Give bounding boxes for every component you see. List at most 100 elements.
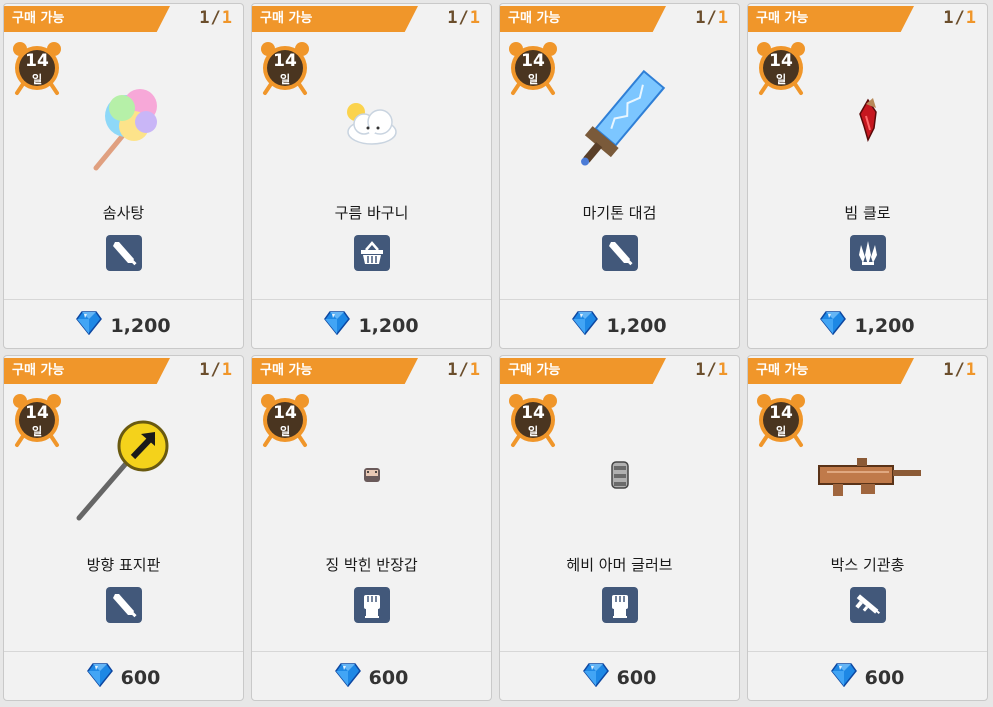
- price-value: 600: [368, 666, 409, 689]
- purchasable-badge: 구매 가능: [252, 358, 418, 384]
- purchase-limit: 1/1: [943, 8, 977, 28]
- shop-item-card[interactable]: 구매 가능 1/1 14 일 마기톤 대검 1,200: [499, 3, 740, 349]
- purchase-count-separator: /: [458, 360, 470, 380]
- divider: [4, 299, 243, 300]
- shop-item-card[interactable]: 구매 가능 1/1 14 일 구름 바구니 1,200: [251, 3, 492, 349]
- purchase-count-max: 1: [717, 8, 729, 28]
- purchase-count-current: 1: [199, 8, 211, 28]
- purchase-count-current: 1: [695, 8, 707, 28]
- item-name: 징 박힌 반장갑: [325, 556, 418, 574]
- price-value: 1,200: [854, 314, 915, 337]
- purchase-count-separator: /: [210, 360, 222, 380]
- price-value: 1,200: [606, 314, 667, 337]
- price-value: 600: [864, 666, 905, 689]
- divider: [500, 651, 739, 652]
- divider: [252, 651, 491, 652]
- diamond-gem-icon: [582, 663, 609, 692]
- purchase-count-separator: /: [954, 360, 966, 380]
- cloud-image: [252, 68, 491, 178]
- price-button[interactable]: 1,200: [500, 311, 739, 340]
- glove-image: [252, 420, 491, 530]
- diamond-gem-icon: [324, 311, 351, 340]
- purchase-count-separator: /: [706, 8, 718, 28]
- purchase-limit: 1/1: [447, 360, 481, 380]
- price-value: 1,200: [110, 314, 171, 337]
- shop-grid: 구매 가능 1/1 14 일 솜사탕 1,200 구매 가능 1/1 14 일 …: [3, 3, 988, 701]
- claw-icon: [849, 235, 886, 271]
- sign-image: [4, 420, 243, 530]
- diamond-gem-icon: [86, 663, 113, 692]
- purchase-limit: 1/1: [447, 8, 481, 28]
- cotton-candy-image: [4, 68, 243, 178]
- purchase-count-separator: /: [706, 360, 718, 380]
- price-value: 600: [616, 666, 657, 689]
- purchasable-badge: 구매 가능: [4, 6, 170, 32]
- fist-icon: [601, 587, 638, 623]
- item-name: 헤비 아머 글러브: [566, 556, 673, 574]
- purchasable-badge: 구매 가능: [748, 6, 914, 32]
- price-button[interactable]: 600: [748, 663, 987, 692]
- purchase-count-max: 1: [469, 8, 481, 28]
- divider: [4, 651, 243, 652]
- purchase-limit: 1/1: [943, 360, 977, 380]
- purchasable-badge: 구매 가능: [252, 6, 418, 32]
- diamond-gem-icon: [76, 311, 103, 340]
- item-name: 빔 클로: [844, 204, 891, 222]
- shop-item-card[interactable]: 구매 가능 1/1 14 일 솜사탕 1,200: [3, 3, 244, 349]
- shop-item-card[interactable]: 구매 가능 1/1 14 일 징 박힌 반장갑 600: [251, 355, 492, 701]
- item-name: 마기톤 대검: [582, 204, 657, 222]
- purchase-count-max: 1: [717, 360, 729, 380]
- purchase-count-current: 1: [695, 360, 707, 380]
- purchasable-badge: 구매 가능: [500, 358, 666, 384]
- sword-icon: [105, 235, 142, 271]
- divider: [748, 299, 987, 300]
- price-button[interactable]: 600: [500, 663, 739, 692]
- price-value: 600: [120, 666, 161, 689]
- divider: [500, 299, 739, 300]
- purchase-count-separator: /: [458, 8, 470, 28]
- shop-item-card[interactable]: 구매 가능 1/1 14 일 빔 클로 1,200: [747, 3, 988, 349]
- price-button[interactable]: 1,200: [748, 311, 987, 340]
- price-button[interactable]: 600: [252, 663, 491, 692]
- purchasable-badge: 구매 가능: [748, 358, 914, 384]
- gun-icon: [849, 587, 886, 623]
- divider: [748, 651, 987, 652]
- shop-item-card[interactable]: 구매 가능 1/1 14 일 박스 기관총 600: [747, 355, 988, 701]
- purchase-count-max: 1: [221, 8, 233, 28]
- fist-icon: [353, 587, 390, 623]
- diamond-gem-icon: [820, 311, 847, 340]
- basket-icon: [353, 235, 390, 271]
- item-name: 구름 바구니: [334, 204, 409, 222]
- purchasable-badge: 구매 가능: [500, 6, 666, 32]
- purchase-count-current: 1: [447, 360, 459, 380]
- diamond-gem-icon: [572, 311, 599, 340]
- price-button[interactable]: 1,200: [4, 311, 243, 340]
- purchase-count-current: 1: [447, 8, 459, 28]
- item-name: 방향 표지판: [86, 556, 161, 574]
- purchase-count-max: 1: [221, 360, 233, 380]
- item-name: 박스 기관총: [830, 556, 905, 574]
- shop-item-card[interactable]: 구매 가능 1/1 14 일 방향 표지판 600: [3, 355, 244, 701]
- diamond-gem-icon: [830, 663, 857, 692]
- purchase-count-current: 1: [943, 360, 955, 380]
- claw-image: [748, 68, 987, 178]
- purchase-limit: 1/1: [199, 360, 233, 380]
- item-name: 솜사탕: [102, 204, 145, 222]
- diamond-gem-icon: [334, 663, 361, 692]
- purchase-limit: 1/1: [695, 360, 729, 380]
- sword-icon: [105, 587, 142, 623]
- divider: [252, 299, 491, 300]
- purchase-count-separator: /: [210, 8, 222, 28]
- shop-item-card[interactable]: 구매 가능 1/1 14 일 헤비 아머 글러브 600: [499, 355, 740, 701]
- machinegun-image: [748, 420, 987, 530]
- greatsword-image: [500, 68, 739, 178]
- purchase-count-max: 1: [469, 360, 481, 380]
- price-button[interactable]: 600: [4, 663, 243, 692]
- price-button[interactable]: 1,200: [252, 311, 491, 340]
- purchase-count-max: 1: [965, 8, 977, 28]
- price-value: 1,200: [358, 314, 419, 337]
- purchase-limit: 1/1: [695, 8, 729, 28]
- purchasable-badge: 구매 가능: [4, 358, 170, 384]
- purchase-count-current: 1: [943, 8, 955, 28]
- purchase-limit: 1/1: [199, 8, 233, 28]
